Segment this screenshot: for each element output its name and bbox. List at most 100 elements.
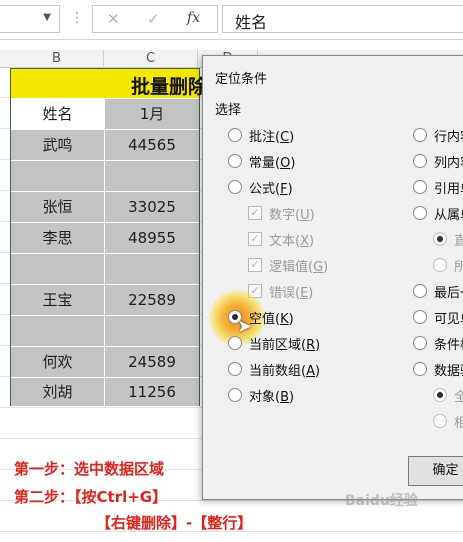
table-row[interactable] (11, 315, 199, 346)
option-label: 最后一 (434, 286, 463, 301)
watermark: Baidu经验 (345, 493, 418, 509)
option-label: 空值( (249, 312, 281, 327)
option-label: 数据验 (434, 364, 463, 379)
value-cell[interactable]: 44565 (105, 130, 199, 160)
option-key: C (280, 130, 290, 145)
radio-icon[interactable] (413, 310, 427, 324)
column-header-b[interactable]: B (10, 50, 104, 68)
value-cell[interactable] (105, 161, 199, 191)
data-table[interactable]: 批量删除 姓名 1月 武鸣 44565 张恒 33025 李思 48955 王宝… (10, 68, 207, 406)
radio-icon[interactable] (413, 180, 427, 194)
radio-icon[interactable] (433, 414, 447, 428)
insert-function-icon[interactable]: fx (187, 10, 200, 26)
option-label-end: ) (308, 234, 315, 249)
ok-button[interactable]: 确定 (408, 456, 463, 486)
formula-bar: ▼ ⋮ ✕ ✓ fx 姓名 (0, 0, 463, 40)
enter-icon[interactable]: ✓ (147, 10, 160, 28)
table-row[interactable]: 王宝 22589 (11, 284, 199, 315)
dialog-section-label: 选择 (215, 103, 242, 118)
check-icon[interactable]: ✓ (248, 206, 262, 220)
name-cell[interactable]: 何欢 (11, 347, 105, 377)
table-row[interactable]: 刘胡 11256 (11, 377, 199, 406)
name-cell[interactable]: 张恒 (11, 192, 105, 222)
table-row[interactable]: 张恒 33025 (11, 191, 199, 222)
radio-icon[interactable] (228, 388, 242, 402)
value-cell[interactable] (105, 254, 199, 284)
option-label: 当前数组( (249, 364, 307, 379)
table-row[interactable]: 李思 48955 (11, 222, 199, 253)
check-icon[interactable]: ✓ (248, 258, 262, 272)
check-icon[interactable]: ✓ (248, 232, 262, 246)
header-name-cell[interactable]: 姓名 (11, 99, 105, 129)
option-label-end: ) (323, 260, 329, 275)
table-row[interactable]: 武鸣 44565 (11, 129, 199, 160)
table-header-row[interactable]: 姓名 1月 (11, 98, 199, 129)
option-label: 所 (454, 260, 463, 275)
formula-input[interactable]: 姓名 (222, 5, 463, 33)
option-label: 相 (454, 416, 463, 431)
value-cell[interactable]: 24589 (105, 347, 199, 377)
column-header-c[interactable]: C (104, 50, 198, 68)
radio-icon[interactable] (228, 336, 242, 350)
radio-icon[interactable] (413, 362, 427, 376)
radio-icon[interactable] (413, 284, 427, 298)
table-row[interactable]: 何欢 24589 (11, 346, 199, 377)
value-cell[interactable] (105, 316, 199, 346)
name-cell[interactable]: 李思 (11, 223, 105, 253)
option-key: U (300, 208, 310, 223)
name-cell[interactable]: 王宝 (11, 285, 105, 315)
value-cell[interactable]: 22589 (105, 285, 199, 315)
option-label: 当前区域( (249, 338, 307, 353)
option-label-end: ) (315, 338, 321, 353)
radio-icon[interactable] (228, 180, 242, 194)
option-key: F (280, 182, 288, 197)
option-label: 从属单 (434, 208, 463, 223)
option-label: 直 (454, 234, 463, 249)
option-label-end: ) (308, 286, 314, 301)
value-cell[interactable]: 48955 (105, 223, 199, 253)
name-cell[interactable] (11, 161, 105, 191)
table-title: 批量删除 (131, 76, 208, 98)
table-row[interactable] (11, 253, 199, 284)
value-cell[interactable]: 11256 (105, 378, 199, 406)
option-label: 行内容 (434, 130, 463, 145)
goto-special-dialog[interactable]: 定位条件 选择 批注(C) 常量(O) 公式(F) ✓ 数字(U) ✓ 文本(X… (202, 55, 463, 500)
cancel-icon[interactable]: ✕ (107, 10, 120, 28)
option-key: B (280, 390, 289, 405)
header-month-cell[interactable]: 1月 (105, 99, 199, 129)
option-label-end: ) (289, 390, 295, 405)
option-label: 可见单 (434, 312, 463, 327)
radio-icon[interactable] (433, 258, 447, 272)
instruction-step-1: 第一步：选中数据区域 (14, 460, 165, 478)
name-cell[interactable]: 武鸣 (11, 130, 105, 160)
option-key: X (300, 234, 309, 249)
radio-selected-icon[interactable] (433, 232, 447, 246)
radio-icon[interactable] (228, 128, 242, 142)
radio-icon[interactable] (413, 336, 427, 350)
name-cell[interactable] (11, 316, 105, 346)
option-label-end: ) (290, 156, 296, 171)
name-cell[interactable]: 刘胡 (11, 378, 105, 406)
name-cell[interactable] (11, 254, 105, 284)
option-key: G (313, 260, 324, 275)
radio-icon[interactable] (228, 154, 242, 168)
radio-icon[interactable] (413, 206, 427, 220)
radio-icon[interactable] (413, 154, 427, 168)
option-label: 数字( (269, 208, 301, 223)
chevron-down-icon[interactable]: ▼ (43, 12, 51, 23)
option-key: O (280, 156, 291, 171)
name-box[interactable]: ▼ (0, 5, 60, 33)
option-key: A (306, 364, 315, 379)
radio-icon[interactable] (413, 128, 427, 142)
value-cell[interactable]: 33025 (105, 192, 199, 222)
formula-buttons: ✕ ✓ fx (92, 5, 218, 33)
option-label: 全 (454, 390, 463, 405)
table-row[interactable] (11, 160, 199, 191)
radio-selected-icon[interactable] (433, 388, 447, 402)
option-label: 条件格 (434, 338, 463, 353)
option-label: 引用单 (434, 182, 463, 197)
option-label: 对象( (249, 390, 281, 405)
formula-content: 姓名 (235, 13, 268, 32)
table-title-row[interactable]: 批量删除 (11, 69, 207, 98)
radio-icon[interactable] (228, 362, 242, 376)
